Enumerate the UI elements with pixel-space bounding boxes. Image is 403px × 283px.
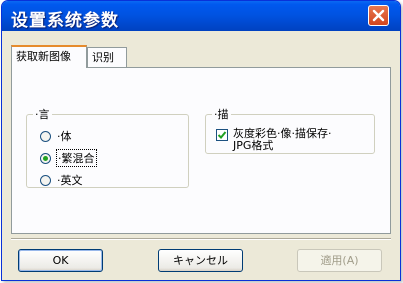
- title-bar[interactable]: 设置系统参数: [2, 1, 400, 31]
- tab-acquire-image[interactable]: 获取新图像: [11, 45, 87, 68]
- checkmark-icon: [217, 131, 227, 139]
- tab-panel: ·言 ·体 ·繁混合 ·英文 ·描 灰度彩色·像·描保存· JPG格式: [11, 67, 391, 234]
- tab-label: 获取新图像: [16, 50, 71, 63]
- close-icon: [372, 9, 385, 22]
- tab-label: 识别: [92, 51, 114, 64]
- radio-label: ·繁混合: [56, 149, 97, 167]
- radio-button[interactable]: [40, 174, 51, 186]
- tab-recognize[interactable]: 识别: [87, 47, 127, 67]
- radio-label: ·体: [57, 130, 72, 143]
- divider: [11, 238, 391, 240]
- save-jpg-checkbox[interactable]: [216, 129, 228, 141]
- save-jpg-label: 灰度彩色·像·描保存· JPG格式: [233, 128, 332, 152]
- radio-label: ·英文: [57, 174, 83, 187]
- group-mode-legend: ·言: [35, 108, 50, 121]
- dialog-client: 获取新图像 识别 ·言 ·体 ·繁混合 ·英文 ·描 灰度彩色·像·描保存· J…: [2, 31, 400, 280]
- cancel-button[interactable]: キャンセル: [158, 249, 243, 272]
- save-jpg-checkbox-row[interactable]: 灰度彩色·像·描保存· JPG格式: [216, 128, 332, 152]
- radio-option-2[interactable]: ·繁混合: [40, 149, 97, 167]
- close-button[interactable]: [368, 5, 389, 26]
- window-title: 设置系统参数: [11, 11, 119, 31]
- radio-button-selected[interactable]: [40, 152, 51, 164]
- ok-button[interactable]: OK: [18, 249, 103, 272]
- radio-button[interactable]: [40, 130, 51, 142]
- radio-option-3[interactable]: ·英文: [40, 172, 83, 188]
- group-save-legend: ·描: [214, 108, 229, 121]
- dialog-window: 设置系统参数 获取新图像 识别 ·言 ·体 ·繁混合 ·英文 ·描 灰度彩色·像…: [1, 0, 401, 281]
- save-jpg-label-line2: JPG格式: [233, 139, 274, 152]
- radio-option-1[interactable]: ·体: [40, 128, 72, 144]
- apply-button[interactable]: 適用(A): [297, 249, 382, 272]
